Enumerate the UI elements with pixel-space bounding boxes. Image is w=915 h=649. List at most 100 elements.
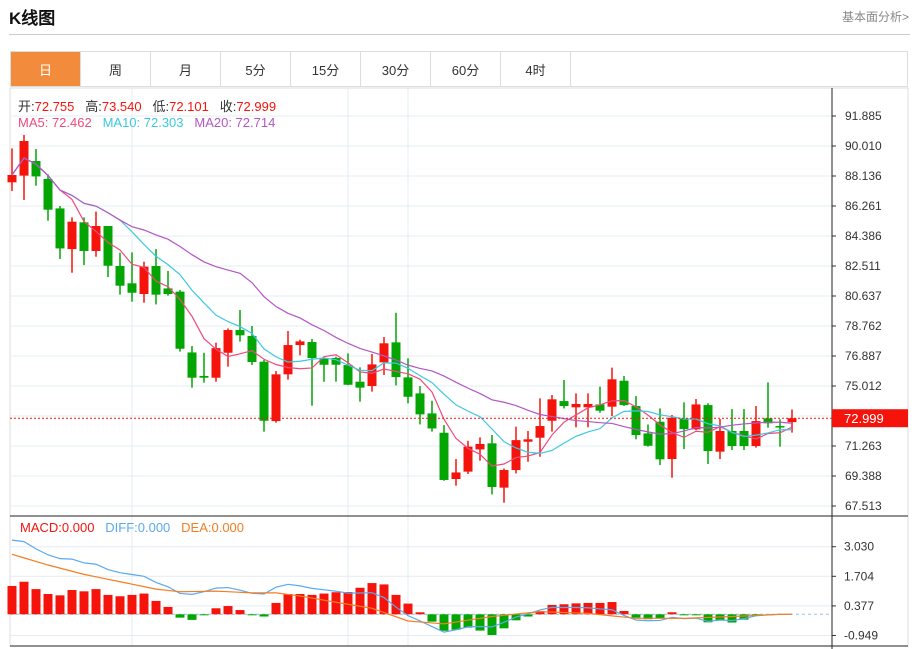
- macd-bar: [211, 608, 221, 615]
- candle: [271, 370, 281, 423]
- candle-body: [211, 348, 221, 378]
- candle-body: [535, 426, 545, 438]
- candle-body: [607, 379, 617, 407]
- candle-body: [199, 375, 209, 378]
- low-value: 72.101: [169, 99, 209, 114]
- macd-bar: [475, 614, 485, 631]
- open-value: 72.755: [34, 99, 75, 114]
- candle: [667, 414, 677, 478]
- candle: [103, 226, 113, 278]
- candle: [511, 426, 521, 474]
- macd-bar: [187, 614, 197, 620]
- macd-bar: [79, 591, 89, 615]
- candle: [427, 400, 437, 432]
- candle: [487, 434, 497, 495]
- close-label: 收:: [219, 99, 237, 114]
- ma10-legend: MA10: 72.303: [102, 115, 184, 130]
- candle-body: [643, 433, 653, 446]
- macd-legend-diff: DIFF:0.000: [105, 520, 171, 535]
- price-tick-label: 88.136: [845, 169, 882, 183]
- candle-body: [295, 341, 305, 346]
- candle-body: [79, 222, 89, 251]
- candle: [259, 359, 269, 432]
- macd-bar: [679, 614, 689, 616]
- ma5-legend: MA5: 72.462: [18, 115, 92, 130]
- candle-body: [55, 208, 65, 249]
- close-value: 72.999: [236, 99, 277, 114]
- macd-bar: [199, 614, 209, 616]
- candle: [691, 398, 701, 431]
- price-tick-label: 71.263: [845, 439, 882, 453]
- candle: [571, 393, 581, 428]
- candle-body: [271, 374, 281, 422]
- macd-bar: [235, 610, 245, 615]
- candle-body: [379, 343, 389, 363]
- candle-body: [667, 417, 677, 460]
- macd-bar: [67, 589, 77, 615]
- candle: [163, 270, 173, 296]
- candle: [55, 206, 65, 259]
- macd-bar: [439, 614, 449, 631]
- candle-body: [7, 174, 17, 183]
- candle: [559, 379, 569, 409]
- candle: [451, 459, 461, 486]
- candle-body: [31, 161, 41, 177]
- macd-bar: [691, 614, 701, 616]
- candle-body: [247, 335, 257, 363]
- candle-body: [343, 365, 353, 385]
- candle-body: [571, 403, 581, 408]
- candle-body: [103, 226, 113, 266]
- macd-bar: [91, 589, 101, 615]
- candle-body: [307, 342, 317, 359]
- candle-body: [187, 352, 197, 378]
- candle: [619, 375, 629, 407]
- candle: [703, 403, 713, 464]
- candle: [19, 134, 29, 200]
- macd-bar: [163, 606, 173, 615]
- candle-body: [259, 361, 269, 421]
- macd-legend-macd: MACD:0.000: [20, 520, 95, 535]
- candle-body: [367, 364, 377, 387]
- macd-bar: [607, 602, 617, 615]
- candle: [43, 174, 53, 221]
- ma20-legend: MA20: 72.714: [194, 115, 276, 130]
- candle: [643, 424, 653, 447]
- open-label: 开:: [18, 99, 35, 114]
- candle: [307, 338, 317, 406]
- candle-body: [451, 472, 461, 480]
- candle: [763, 382, 773, 428]
- macd-bar: [103, 594, 113, 615]
- macd-tick-label: 1.704: [844, 569, 874, 583]
- ma-legend: MA5: 72.462 MA10: 72.303 MA20: 72.714: [18, 115, 275, 130]
- price-tick-label: 84.386: [845, 229, 882, 243]
- macd-bar: [55, 595, 65, 615]
- candle-body: [415, 393, 425, 415]
- candle: [499, 468, 509, 503]
- candle: [439, 425, 449, 481]
- price-tick-label: 75.012: [845, 379, 882, 393]
- high-label: 高:: [85, 99, 102, 114]
- candle-body: [235, 330, 245, 336]
- candle-body: [403, 377, 413, 397]
- price-tick-label: 86.261: [845, 199, 882, 213]
- candle-body: [283, 345, 293, 375]
- candle: [223, 328, 233, 367]
- price-tick-label: 82.511: [845, 259, 881, 273]
- low-label: 低:: [152, 99, 170, 114]
- macd-legend: MACD:0.000 DIFF:0.000 DEA:0.000: [20, 520, 244, 535]
- macd-bar: [319, 593, 329, 615]
- macd-bar: [139, 593, 149, 615]
- macd-tick-label: -0.949: [844, 628, 878, 642]
- price-tick-label: 90.010: [845, 139, 882, 153]
- macd-bar: [151, 600, 161, 615]
- candle: [391, 312, 401, 386]
- macd-tick-label: 0.377: [844, 599, 874, 613]
- chart-frame: [9, 87, 909, 647]
- candle: [607, 367, 617, 417]
- candle: [187, 346, 197, 388]
- price-tick-label: 76.887: [845, 349, 882, 363]
- candle: [343, 353, 353, 386]
- macd-bar: [223, 606, 233, 615]
- candle-body: [439, 432, 449, 480]
- macd-bar: [31, 589, 41, 615]
